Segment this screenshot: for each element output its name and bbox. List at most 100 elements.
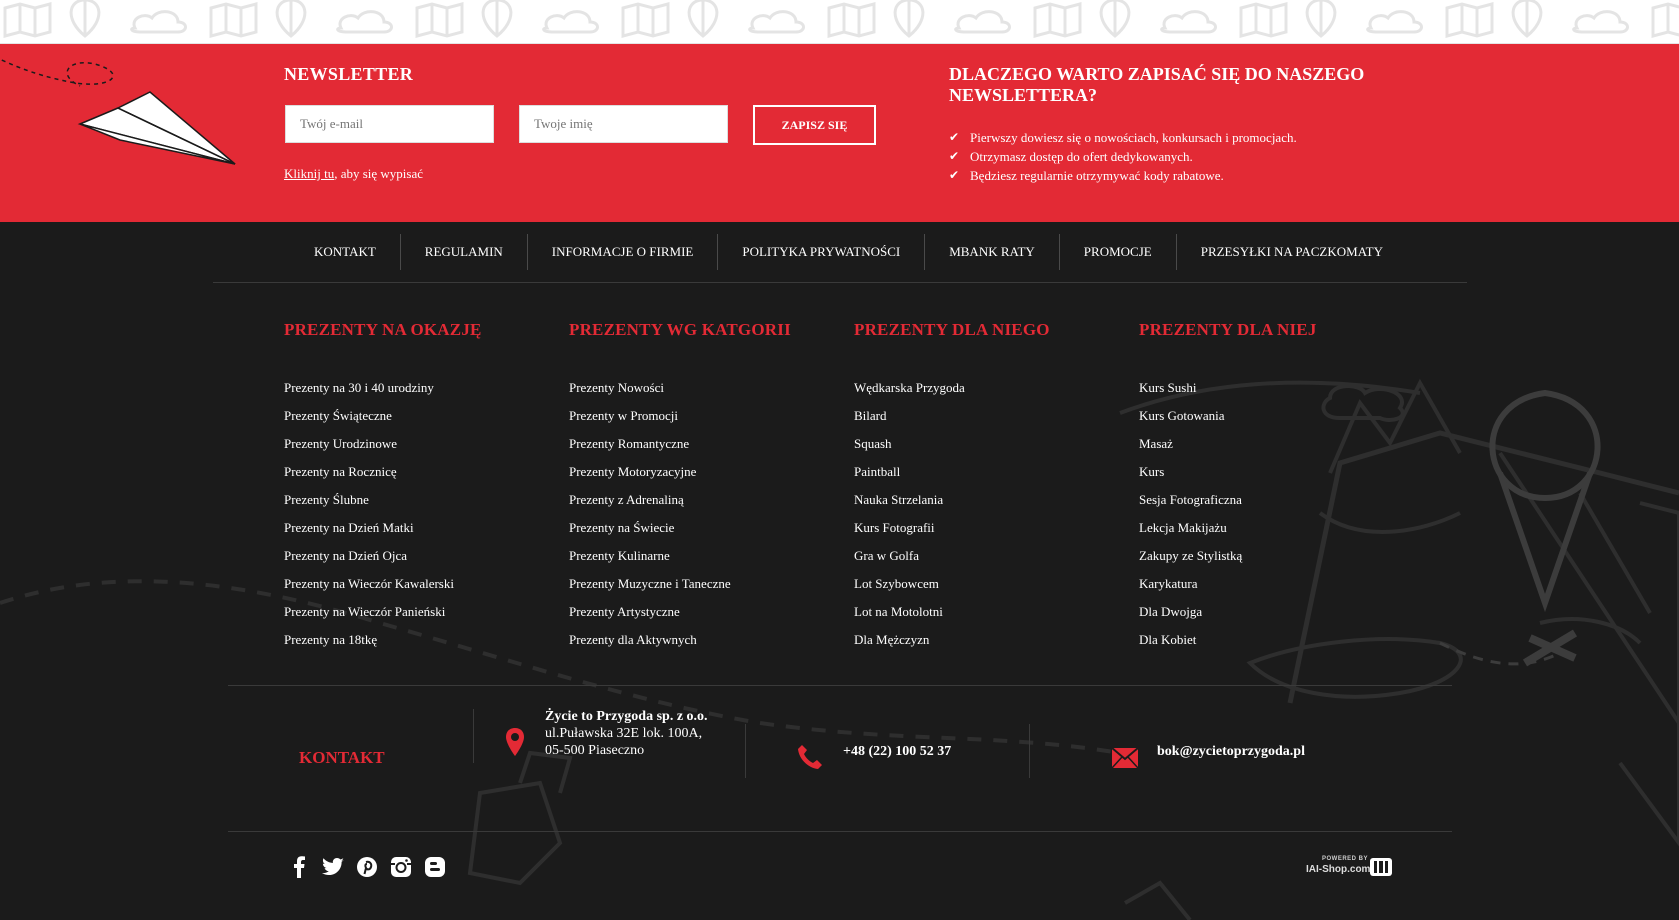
- blogger-icon[interactable]: [423, 855, 447, 879]
- footer-link[interactable]: Prezenty Romantyczne: [569, 436, 689, 451]
- list-item: Prezenty dla Aktywnych: [569, 632, 829, 660]
- twitter-icon[interactable]: [321, 855, 345, 879]
- why-subscribe-title: DLACZEGO WARTO ZAPISAĆ SIĘ DO NASZEGO NE…: [949, 64, 1365, 105]
- list-item: Prezenty Motoryzacyjne: [569, 464, 829, 492]
- nav-item-promocje[interactable]: PROMOCJE: [1060, 234, 1177, 270]
- footer-link[interactable]: Prezenty Muzyczne i Taneczne: [569, 576, 731, 591]
- benefits-list: ✔ Pierwszy dowiesz się o nowościach, konk…: [949, 128, 1297, 185]
- footer-link[interactable]: Dla Mężczyzn: [854, 632, 929, 647]
- subscribe-button[interactable]: ZAPISZ SIĘ: [753, 105, 876, 145]
- unsubscribe-link[interactable]: Kliknij tu: [284, 166, 334, 181]
- benefit-text: Będziesz regularnie otrzymywać kody raba…: [970, 168, 1224, 183]
- list-item: Prezenty w Promocji: [569, 408, 829, 436]
- footer-link[interactable]: Prezenty na Rocznicę: [284, 464, 397, 479]
- footer-link[interactable]: Sesja Fotograficzna: [1139, 492, 1242, 507]
- list-item: Prezenty Nowości: [569, 380, 829, 408]
- footer-link[interactable]: Dla Kobiet: [1139, 632, 1196, 647]
- check-icon: ✔: [949, 149, 960, 163]
- list-item: Prezenty Romantyczne: [569, 436, 829, 464]
- nav-item-mbank-raty[interactable]: MBANK RATY: [925, 234, 1060, 270]
- footer-link[interactable]: Prezenty na Świecie: [569, 520, 674, 535]
- column-kategorie: PREZENTY WG KATGORII Prezenty Nowości Pre…: [569, 320, 829, 660]
- nav-item-paczkomaty[interactable]: PRZESYŁKI NA PACZKOMATY: [1177, 234, 1407, 270]
- footer-link[interactable]: Zakupy ze Stylistką: [1139, 548, 1242, 563]
- footer-link[interactable]: Wędkarska Przygoda: [854, 380, 965, 395]
- list-item: Nauka Strzelania: [854, 492, 1114, 520]
- footer-link[interactable]: Prezenty Motoryzacyjne: [569, 464, 696, 479]
- pinterest-icon[interactable]: [355, 855, 379, 879]
- link-list: Prezenty Nowości Prezenty w Promocji Preze…: [569, 380, 829, 660]
- footer-link[interactable]: Kurs Fotografii: [854, 520, 935, 535]
- footer-link[interactable]: Lekcja Makijażu: [1139, 520, 1227, 535]
- list-item: Dla Dwojga: [1139, 604, 1399, 632]
- list-item: Zakupy ze Stylistką: [1139, 548, 1399, 576]
- email-input[interactable]: [285, 105, 494, 143]
- footer-link[interactable]: Prezenty Świąteczne: [284, 408, 392, 423]
- column-dla-niego: PREZENTY DLA NIEGO Wędkarska Przygoda Bil…: [854, 320, 1114, 660]
- list-item: Prezenty Muzyczne i Taneczne: [569, 576, 829, 604]
- footer-link[interactable]: Nauka Strzelania: [854, 492, 943, 507]
- footer-link[interactable]: Kurs Sushi: [1139, 380, 1196, 395]
- footer-link[interactable]: Dla Dwojga: [1139, 604, 1202, 619]
- benefit-text: Otrzymasz dostęp do ofert dedykowanych.: [970, 149, 1193, 164]
- email-link[interactable]: bok@zycietoprzygoda.pl: [1157, 744, 1305, 760]
- footer-link[interactable]: Prezenty dla Aktywnych: [569, 632, 697, 647]
- instagram-icon[interactable]: [389, 855, 413, 879]
- footer-link[interactable]: Paintball: [854, 464, 900, 479]
- list-item: Paintball: [854, 464, 1114, 492]
- powered-by-badge[interactable]: POWERED BY IAI-Shop.com: [1306, 856, 1396, 878]
- facebook-icon[interactable]: [287, 855, 311, 879]
- footer-link[interactable]: Prezenty na Wieczór Panieński: [284, 604, 445, 619]
- column-okazje: PREZENTY NA OKAZJĘ Prezenty na 30 i 40 u…: [284, 320, 544, 660]
- list-item: Prezenty na Dzień Ojca: [284, 548, 544, 576]
- footer-link[interactable]: Karykatura: [1139, 576, 1197, 591]
- column-title: PREZENTY WG KATGORII: [569, 320, 791, 339]
- footer-link[interactable]: Kurs Gotowania: [1139, 408, 1225, 423]
- contact-title: KONTAKT: [299, 748, 385, 767]
- list-item: Prezenty Ślubne: [284, 492, 544, 520]
- list-item: Karykatura: [1139, 576, 1399, 604]
- footer-link[interactable]: Prezenty Artystyczne: [569, 604, 680, 619]
- list-item: Sesja Fotograficzna: [1139, 492, 1399, 520]
- column-dla-niej: PREZENTY DLA NIEJ Kurs Sushi Kurs Gotowan…: [1139, 320, 1399, 660]
- footer-link[interactable]: Prezenty Kulinarne: [569, 548, 670, 563]
- decorative-pattern-strip: [0, 0, 1679, 44]
- footer-link[interactable]: Gra w Golfa: [854, 548, 919, 563]
- nav-item-regulamin[interactable]: REGULAMIN: [401, 234, 528, 270]
- phone-number[interactable]: +48 (22) 100 52 37: [843, 744, 951, 760]
- footer-link[interactable]: Prezenty na Dzień Ojca: [284, 548, 407, 563]
- list-item: Squash: [854, 436, 1114, 464]
- nav-item-polityka[interactable]: POLITYKA PRYWATNOŚCI: [718, 234, 926, 270]
- footer-link[interactable]: Lot Szybowcem: [854, 576, 939, 591]
- divider: [228, 831, 1452, 832]
- nav-item-informacje[interactable]: INFORMACJE O FIRMIE: [528, 234, 719, 270]
- check-icon: ✔: [949, 168, 960, 182]
- footer-link[interactable]: Squash: [854, 436, 892, 451]
- footer-link[interactable]: Bilard: [854, 408, 887, 423]
- footer-link[interactable]: Lot na Motolotni: [854, 604, 943, 619]
- footer-link[interactable]: Prezenty na 30 i 40 urodziny: [284, 380, 434, 395]
- paper-plane-icon: [0, 58, 236, 165]
- list-item: Prezenty Artystyczne: [569, 604, 829, 632]
- benefit-item: ✔ Otrzymasz dostęp do ofert dedykowanych.: [949, 147, 1297, 166]
- divider: [745, 724, 746, 778]
- link-list: Kurs Sushi Kurs Gotowania Masaż Kurs Sesja F…: [1139, 380, 1399, 660]
- footer-link[interactable]: Prezenty w Promocji: [569, 408, 678, 423]
- footer-link[interactable]: Prezenty na Wieczór Kawalerski: [284, 576, 454, 591]
- footer-link[interactable]: Masaż: [1139, 436, 1173, 451]
- link-list: Wędkarska Przygoda Bilard Squash Paintball N…: [854, 380, 1114, 660]
- footer-link[interactable]: Prezenty Urodzinowe: [284, 436, 397, 451]
- powered-by-brand: IAI-Shop.com: [1306, 864, 1371, 875]
- list-item: Prezenty Świąteczne: [284, 408, 544, 436]
- footer-link[interactable]: Prezenty Ślubne: [284, 492, 369, 507]
- footer-nav: KONTAKT REGULAMIN INFORMACJE O FIRMIE PO…: [0, 222, 1679, 283]
- footer-link[interactable]: Prezenty Nowości: [569, 380, 664, 395]
- list-item: Wędkarska Przygoda: [854, 380, 1114, 408]
- footer-link[interactable]: Prezenty na Dzień Matki: [284, 520, 414, 535]
- nav-item-kontakt[interactable]: KONTAKT: [290, 234, 401, 270]
- footer-link[interactable]: Prezenty z Adrenaliną: [569, 492, 684, 507]
- footer-link[interactable]: Kurs: [1139, 464, 1164, 479]
- name-input[interactable]: [519, 105, 728, 143]
- footer-link[interactable]: Prezenty na 18tkę: [284, 632, 377, 647]
- check-icon: ✔: [949, 130, 960, 144]
